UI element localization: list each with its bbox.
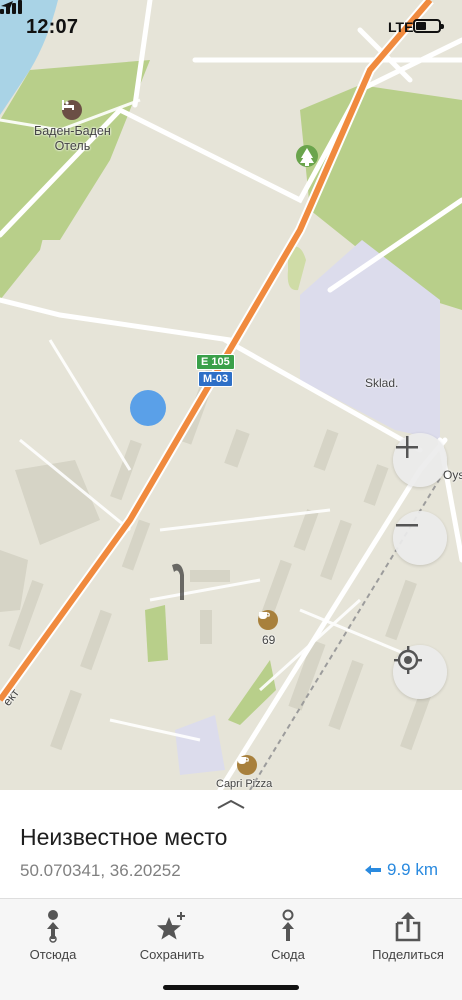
- status-bar: 12:07 LTE: [0, 0, 462, 56]
- cafe-number-label: 69: [262, 633, 276, 647]
- selected-location-marker[interactable]: [130, 390, 166, 426]
- industrial-area: [175, 715, 225, 775]
- warehouse-label: Sklad.: [365, 376, 399, 390]
- route-from-icon: [47, 910, 59, 943]
- minus-icon: [396, 524, 418, 527]
- route-shield-m03: M-03: [198, 371, 234, 387]
- share-icon: [395, 912, 421, 942]
- route-to-icon: [282, 909, 294, 941]
- pizza-label: Capri Pizza: [216, 778, 273, 790]
- battery-icon: [413, 19, 444, 33]
- arrow-left-icon: [365, 865, 381, 875]
- hotel-icon[interactable]: [62, 100, 82, 120]
- share-button[interactable]: Поделиться: [366, 899, 450, 979]
- status-time: 12:07: [26, 16, 79, 38]
- route-to-button[interactable]: Сюда: [258, 899, 318, 979]
- pizza-icon[interactable]: [237, 755, 257, 775]
- edge-label-right: Oys: [443, 468, 462, 482]
- zoom-in-button[interactable]: [393, 433, 447, 487]
- route-from-label: Отсюда: [29, 947, 77, 962]
- park-area: [145, 605, 168, 662]
- route-to-label: Сюда: [271, 947, 305, 962]
- my-location-button[interactable]: [393, 645, 447, 699]
- place-info-sheet[interactable]: Неизвестное место 50.070341, 36.20252 9.…: [0, 790, 462, 898]
- distance-indicator: 9.9 km: [364, 860, 438, 880]
- distance-value: 9.9 km: [387, 860, 439, 879]
- locate-icon: [394, 646, 422, 674]
- home-indicator[interactable]: [163, 985, 299, 990]
- save-label: Сохранить: [139, 947, 205, 962]
- zoom-out-button[interactable]: [393, 511, 447, 565]
- cellular-signal-icon: [0, 0, 22, 14]
- route-from-button[interactable]: Отсюда: [14, 899, 92, 979]
- route-shield-e105: E 105: [196, 354, 235, 370]
- network-type: LTE: [388, 19, 414, 35]
- plus-icon: [396, 436, 418, 458]
- map-canvas[interactable]: 12:07 LTE Баден-Баден Отель E 105 M-03 S…: [0, 0, 462, 790]
- chevron-up-icon[interactable]: [216, 798, 246, 810]
- place-title: Неизвестное место: [20, 824, 228, 850]
- share-label: Поделиться: [372, 947, 444, 962]
- save-button[interactable]: Сохранить: [132, 899, 212, 979]
- star-plus-icon: [157, 912, 185, 940]
- hotel-label: Баден-Баден Отель: [34, 124, 111, 153]
- cafe-icon[interactable]: [258, 610, 278, 630]
- place-coordinates[interactable]: 50.070341, 36.20252: [20, 861, 181, 881]
